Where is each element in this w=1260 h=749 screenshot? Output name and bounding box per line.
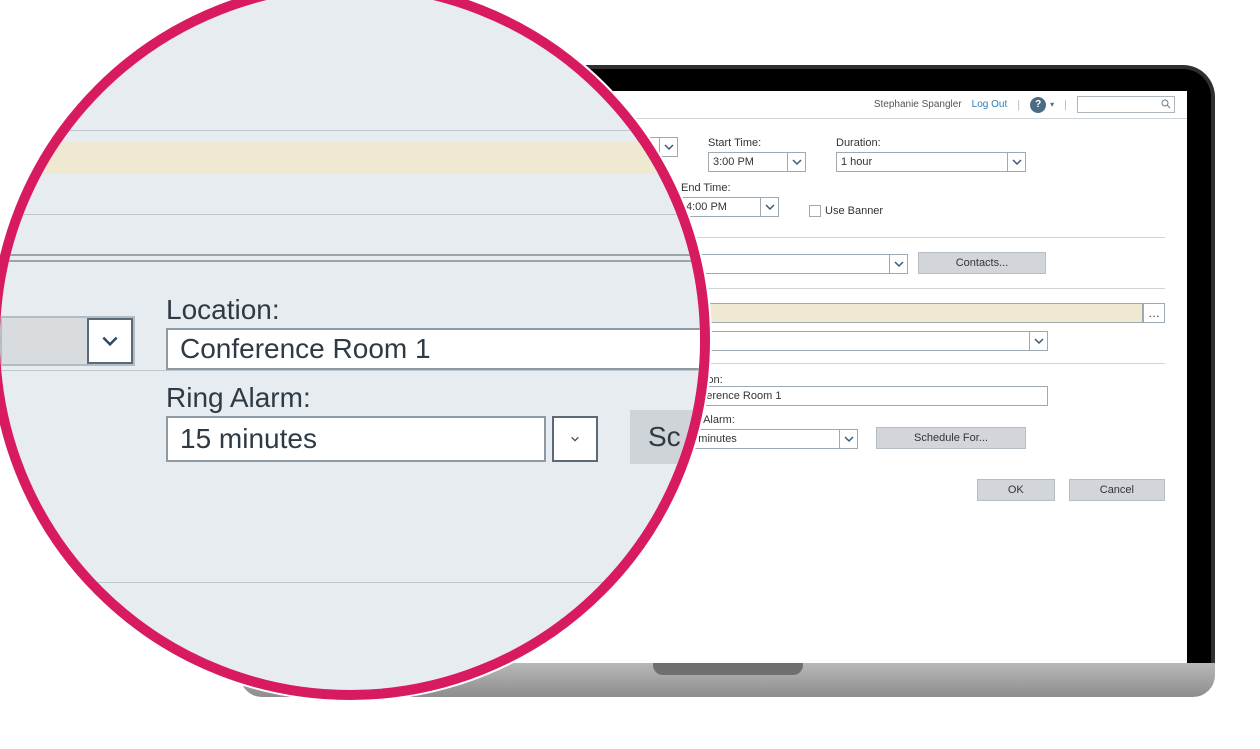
notes-input-zoom[interactable] [0,142,700,174]
location-input[interactable]: Conference Room 1 [678,386,1048,406]
chevron-down-icon [889,255,907,273]
chevron-down-icon [552,416,598,462]
ring-alarm-field: Ring Alarm: 15 minutes [678,414,858,449]
divider [0,254,700,256]
chevron-down-icon [839,430,857,448]
magnifier-content: Location: Conference Room 1 Ring Alarm: … [0,0,700,690]
magnifier-overlay: Location: Conference Room 1 Ring Alarm: … [0,0,710,700]
chevron-down-icon [1007,153,1025,171]
chevron-down-icon [787,153,805,171]
divider [0,130,700,131]
cancel-button[interactable]: Cancel [1069,479,1165,501]
divider: | [1064,99,1067,111]
use-banner-checkbox[interactable]: Use Banner [809,205,883,217]
use-banner-label: Use Banner [825,205,883,217]
divider [0,260,700,262]
ring-alarm-label-zoom: Ring Alarm: [166,382,311,414]
schedule-for-button[interactable]: Schedule For... [876,427,1026,449]
user-name: Stephanie Spangler [874,99,962,110]
ring-alarm-select[interactable]: 15 minutes [678,429,858,449]
duration-label: Duration: [836,137,1026,149]
ring-alarm-value-zoom: 15 minutes [180,423,317,455]
divider: | [1017,99,1020,111]
contacts-button[interactable]: Contacts... [918,252,1046,274]
chevron-down-icon [760,198,778,216]
duration-value: 1 hour [841,156,872,168]
divider [0,582,700,583]
divider [0,370,700,371]
logout-link[interactable]: Log Out [972,99,1008,110]
ellipsis-button[interactable]: … [1143,303,1165,323]
schedule-for-button-zoom[interactable]: Sc [630,410,710,464]
duration-select[interactable]: 1 hour [836,152,1026,172]
location-value-zoom: Conference Room 1 [180,333,431,365]
help-icon[interactable]: ? [1030,97,1046,113]
search-input[interactable] [1077,96,1175,113]
ring-alarm-select-zoom[interactable]: 15 minutes [166,416,598,462]
ok-button[interactable]: OK [977,479,1055,501]
divider [0,214,700,215]
start-time-select[interactable]: 3:00 PM [708,152,806,172]
duration-field: Duration: 1 hour [836,137,1026,172]
search-icon [1160,98,1172,110]
location-input-zoom[interactable]: Conference Room 1 [166,328,710,370]
chevron-down-icon [87,318,133,364]
help-dropdown-caret[interactable]: ▾ [1050,100,1054,109]
location-label-zoom: Location: [166,294,280,326]
unknown-select-zoom[interactable] [0,316,135,366]
start-time-label: Start Time: [708,137,806,149]
start-time-value: 3:00 PM [713,156,754,168]
button-stub-zoom[interactable] [560,618,700,662]
ring-alarm-label: Ring Alarm: [678,414,858,426]
checkbox-box [809,205,821,217]
start-time-field: Start Time: 3:00 PM [708,137,806,172]
chevron-down-icon [1029,332,1047,350]
